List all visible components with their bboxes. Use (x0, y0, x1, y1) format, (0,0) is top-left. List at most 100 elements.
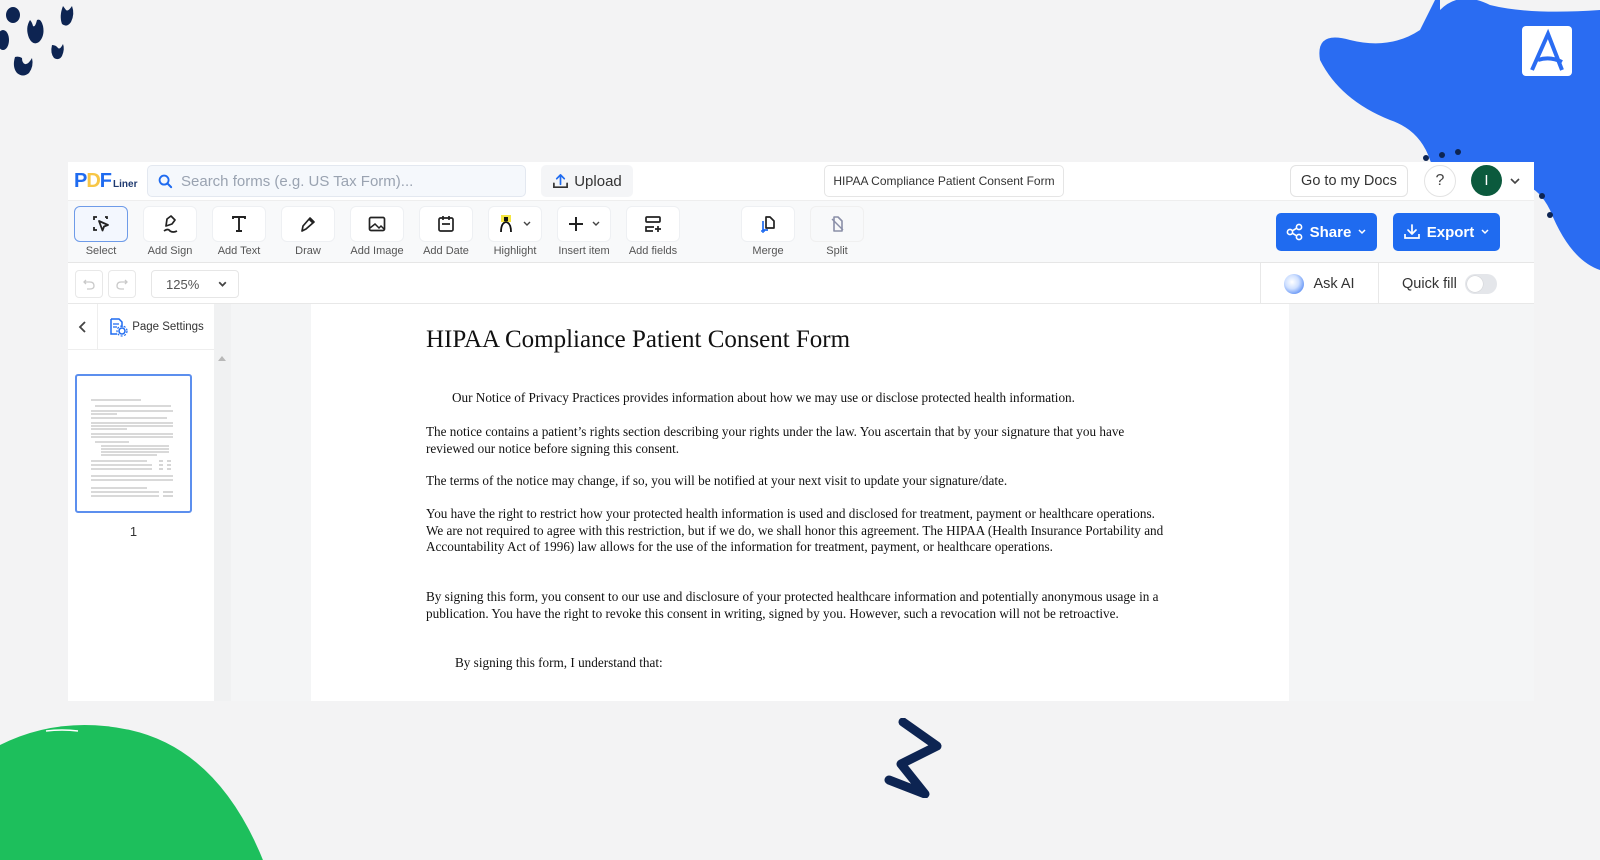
merge-icon (761, 216, 775, 233)
document-paragraph: The terms of the notice may change, if s… (426, 473, 1008, 488)
tool-add-image[interactable]: Add Image (350, 206, 404, 257)
tool-add-text[interactable]: Add Text (212, 206, 266, 257)
logo-suffix: Liner (113, 179, 138, 190)
tool-merge-label: Merge (752, 245, 784, 257)
page-number-label: 1 (129, 524, 138, 539)
page-settings-icon (110, 317, 128, 337)
text-icon (232, 216, 246, 232)
search-box[interactable] (147, 165, 526, 197)
upload-icon (553, 173, 569, 188)
top-bar: P D F Liner Upload HIPAA Compliance Pati… (68, 162, 1534, 200)
user-avatar[interactable]: I (1471, 165, 1502, 196)
upload-label: Upload (574, 172, 622, 190)
logo-letter-d: D (86, 170, 100, 192)
split-icon (831, 216, 844, 232)
scroll-up-arrow-icon[interactable] (218, 356, 226, 361)
zoom-level-value: 125% (166, 276, 200, 292)
tool-draw-label: Draw (295, 245, 321, 257)
calendar-icon (438, 216, 454, 232)
help-button[interactable]: ? (1424, 165, 1456, 197)
view-controls-bar: 125% Ask AI Quick fill (68, 263, 1534, 304)
help-icon: ? (1435, 172, 1445, 189)
editing-toolbar: Select Add Sign Add Text Draw Add Image … (68, 200, 1534, 263)
ask-ai-button[interactable]: Ask AI (1260, 263, 1379, 304)
zoom-level-select[interactable]: 125% (151, 270, 239, 298)
go-to-my-docs-label: Go to my Docs (1301, 173, 1397, 189)
page-thumbnail[interactable] (75, 374, 192, 513)
plus-icon (569, 217, 583, 231)
logo-letter-p: P (74, 170, 87, 192)
tool-add-image-label: Add Image (350, 245, 404, 257)
tool-add-fields[interactable]: Add fields (626, 206, 680, 257)
pdf-editor-window: P D F Liner Upload HIPAA Compliance Pati… (68, 162, 1534, 701)
chevron-down-icon (1481, 229, 1489, 235)
signature-icon (163, 215, 178, 233)
page-settings-button[interactable]: Page Settings (98, 304, 214, 350)
pen-icon (301, 217, 315, 232)
collapse-sidebar-button[interactable] (68, 304, 98, 350)
chevron-down-icon (523, 221, 531, 226)
tool-select-label: Select (85, 245, 117, 257)
share-icon (1286, 223, 1303, 241)
share-button[interactable]: Share (1276, 213, 1377, 251)
image-icon (368, 216, 386, 232)
tool-highlight-label: Highlight (493, 245, 537, 257)
tool-insert-item-label: Insert item (558, 245, 610, 257)
chevron-down-icon (592, 221, 600, 226)
undo-button[interactable] (75, 270, 103, 298)
add-fields-icon (645, 216, 661, 232)
document-heading: HIPAA Compliance Patient Consent Form (426, 326, 851, 353)
tool-add-sign-label: Add Sign (147, 245, 193, 257)
quick-fill-toggle[interactable] (1464, 273, 1497, 294)
document-title-field[interactable]: HIPAA Compliance Patient Consent Form (824, 165, 1064, 197)
tool-add-date-label: Add Date (423, 245, 469, 257)
chevron-down-icon[interactable] (1508, 174, 1522, 188)
tool-merge[interactable]: Merge (741, 206, 795, 257)
select-cursor-icon (93, 216, 109, 232)
avatar-initial: I (1484, 172, 1489, 189)
highlighter-icon (500, 215, 512, 233)
tool-insert-item[interactable]: Insert item (557, 206, 611, 257)
page-thumbnail-preview (91, 399, 173, 497)
tool-split[interactable]: Split (810, 206, 864, 257)
document-page[interactable]: HIPAA Compliance Patient Consent Form Ou… (311, 304, 1289, 701)
document-paragraph: By signing this form, I understand that: (455, 655, 663, 670)
ask-ai-label: Ask AI (1313, 275, 1355, 292)
decorative-green-shape (0, 725, 263, 860)
decorative-squiggle (884, 718, 942, 798)
tool-add-text-label: Add Text (217, 245, 261, 257)
document-title-text: HIPAA Compliance Patient Consent Form (833, 174, 1055, 188)
download-icon (1403, 224, 1420, 239)
search-icon (158, 174, 173, 188)
tool-add-sign[interactable]: Add Sign (143, 206, 197, 257)
search-input[interactable] (181, 172, 501, 190)
share-label: Share (1309, 223, 1352, 241)
redo-icon (116, 279, 128, 290)
document-paragraph: You have the right to restrict how your … (426, 506, 1164, 554)
upload-button[interactable]: Upload (541, 165, 633, 197)
document-paragraph: Our Notice of Privacy Practices provides… (452, 390, 1075, 405)
tool-highlight[interactable]: Highlight (488, 206, 542, 257)
sidebar-scrollbar[interactable] (214, 304, 231, 701)
tool-select[interactable]: Select (74, 206, 128, 257)
redo-button[interactable] (108, 270, 136, 298)
pdfliner-logo[interactable]: P D F Liner (74, 170, 137, 193)
tool-add-fields-label: Add fields (628, 245, 678, 257)
quick-fill-label: Quick fill (1402, 275, 1457, 292)
export-button[interactable]: Export (1393, 213, 1500, 251)
logo-letter-f: F (99, 170, 112, 192)
page-settings-label: Page Settings (132, 320, 204, 333)
chevron-down-icon (1358, 229, 1366, 235)
tool-split-label: Split (826, 245, 848, 257)
tool-draw[interactable]: Draw (281, 206, 335, 257)
go-to-my-docs-button[interactable]: Go to my Docs (1290, 165, 1408, 197)
document-paragraph: The notice contains a patient’s rights s… (426, 424, 1125, 456)
undo-icon (83, 279, 95, 290)
chevron-left-icon (78, 320, 86, 333)
ai-orb-icon (1284, 273, 1305, 294)
tool-add-date[interactable]: Add Date (419, 206, 473, 257)
chevron-down-icon (218, 281, 227, 287)
export-label: Export (1426, 223, 1475, 241)
decorative-dots (0, 6, 74, 76)
document-paragraph: By signing this form, you consent to our… (426, 589, 1159, 621)
